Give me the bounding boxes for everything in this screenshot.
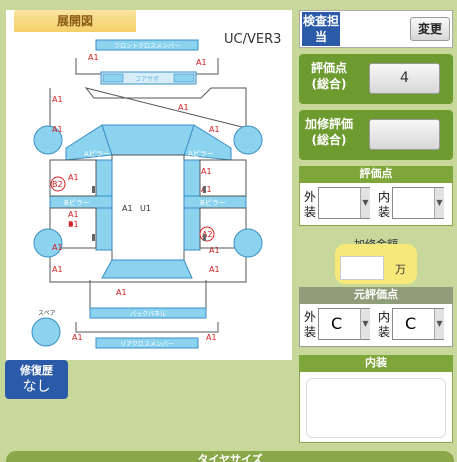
damage-mark: A1 [122,204,133,213]
interior-notes-box[interactable] [306,378,446,438]
chevron-down-icon: ▼ [360,188,370,218]
chevron-down-icon: ▼ [360,309,370,339]
rear-bumper-outline [75,322,219,333]
repair-history-value: なし [22,379,51,395]
interior-section-title: 内装 [299,355,453,372]
spare-label: スペア [38,310,56,317]
damage-mark: A1 [68,210,79,219]
damage-mark: A1 [209,125,220,134]
repair-eval-label: 加修評価(総合) [304,117,353,147]
damage-mark: A1 [116,288,127,297]
damage-mark: A1 [72,333,83,342]
score-label: 評価点(総合) [310,61,347,91]
damage-mark: U1 [140,204,151,213]
roof-front-part [101,124,195,156]
damage-mark: A1 [206,333,217,342]
damage-mark: A1 [52,95,63,104]
damage-mark: A1 [52,265,63,274]
repair-eval-button[interactable] [369,119,440,150]
car-diagram-svg: フロントクロスメンバー コアサポ Aピラー Aピラー Bピラー Bピラー スペア… [31,39,263,349]
orig-interior-label: 内装 [377,310,390,339]
a-pillar-right-label: Aピラー [188,150,214,158]
chevron-down-icon: ▼ [434,188,444,218]
b-pillar-left-label: Bピラー [64,199,90,207]
damage-mark: A1 [201,185,212,194]
car-diagram: フロントクロスメンバー コアサポ Aピラー Aピラー Bピラー Bピラー スペア… [6,10,292,360]
damage-mark: A1 [52,243,63,252]
version-label: UC/VER3 [224,32,282,47]
damage-mark: A1 [209,246,220,255]
front-right-wheel [233,125,263,155]
inspector-label: 検査担当 [302,12,340,46]
damage-mark: A1 [88,53,99,62]
damage-dot [69,222,73,226]
damage-mark: A1 [178,103,189,112]
core-support-label: コアサポ [135,75,159,83]
damage-mark: A1 [68,173,79,182]
tire-size-bar: タイヤサイズ [6,451,454,462]
repair-history-button[interactable]: 修復歴 なし [5,360,68,399]
damage-mark: A1 [201,167,212,176]
damage-mark: A1 [209,265,220,274]
damage-mark: A1 [52,125,63,134]
repair-amount-input[interactable] [340,256,384,280]
damage-mark: B2 [52,180,63,189]
score-value-button[interactable]: 4 [369,63,440,94]
interior-label: 内装 [377,190,390,219]
exterior-label: 外装 [303,190,316,219]
repair-history-label: 修復歴 [20,364,53,377]
diagram-tab[interactable]: 展開図 [14,10,136,32]
change-button[interactable]: 変更 [410,17,450,41]
a-pillar-left-label: Aピラー [84,150,110,158]
rear-cross-member-label: リアクロスメンバー [120,341,174,348]
spare-tire [31,317,61,347]
damage-mark: A1 [196,58,207,67]
back-panel-label: バックパネル [130,311,166,318]
chevron-down-icon: ▼ [434,309,444,339]
b-pillar-right-label: Bピラー [200,199,226,207]
orig-exterior-label: 外装 [303,310,316,339]
rear-right-wheel [233,228,263,258]
front-cross-member-label: フロントクロスメンバー [114,43,180,50]
original-score-title: 元評価点 [299,287,453,304]
rear-window-part [101,259,193,279]
repair-amount-unit: 万 [395,263,406,276]
trunk-outline [89,280,207,311]
eval-section-title: 評価点 [299,166,453,183]
